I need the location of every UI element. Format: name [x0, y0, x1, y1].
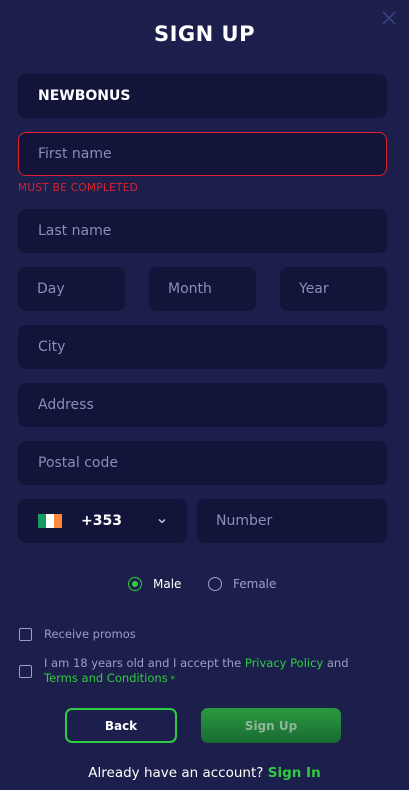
terms-and-text: and	[323, 656, 349, 670]
gender-male-label: Male	[153, 577, 182, 591]
signin-prompt: Already have an account? Sign In	[0, 765, 409, 781]
accept-terms-checkbox[interactable]	[19, 665, 32, 678]
gender-female-radio[interactable]	[208, 577, 222, 591]
address-input[interactable]: Address	[18, 383, 387, 427]
phone-number-input[interactable]: Number	[197, 499, 387, 543]
postal-code-input[interactable]: Postal code	[18, 441, 387, 485]
accept-terms-label: I am 18 years old and I accept the Priva…	[44, 656, 374, 688]
first-name-input[interactable]: First name	[18, 132, 387, 176]
signup-modal: SIGN UP NEWBONUS First name MUST BE COMP…	[0, 0, 409, 790]
country-code-value: +353	[81, 513, 122, 529]
privacy-policy-link[interactable]: Privacy Policy	[245, 656, 323, 670]
promo-code-input[interactable]: NEWBONUS	[18, 74, 387, 118]
sign-up-button[interactable]: Sign Up	[201, 708, 341, 743]
gender-female-label: Female	[233, 577, 277, 591]
chevron-down-icon	[158, 519, 166, 524]
day-select[interactable]: Day	[18, 267, 125, 311]
month-select[interactable]: Month	[149, 267, 256, 311]
required-mark: *	[167, 675, 176, 685]
gender-male-radio[interactable]	[128, 577, 142, 591]
sign-in-link[interactable]: Sign In	[268, 765, 321, 781]
receive-promos-checkbox[interactable]	[19, 628, 32, 641]
country-code-select[interactable]: +353	[18, 499, 187, 543]
first-name-error: MUST BE COMPLETED	[18, 182, 139, 194]
page-title: SIGN UP	[153, 22, 255, 46]
signin-prompt-text: Already have an account?	[88, 765, 268, 781]
back-button[interactable]: Back	[65, 708, 177, 743]
terms-prefix-text: I am 18 years old and I accept the	[44, 656, 245, 670]
terms-conditions-link[interactable]: Terms and Conditions	[44, 671, 168, 685]
ireland-flag-icon	[38, 514, 62, 528]
receive-promos-label: Receive promos	[44, 627, 136, 641]
last-name-input[interactable]: Last name	[18, 209, 387, 253]
city-input[interactable]: City	[18, 325, 387, 369]
year-select[interactable]: Year	[280, 267, 387, 311]
